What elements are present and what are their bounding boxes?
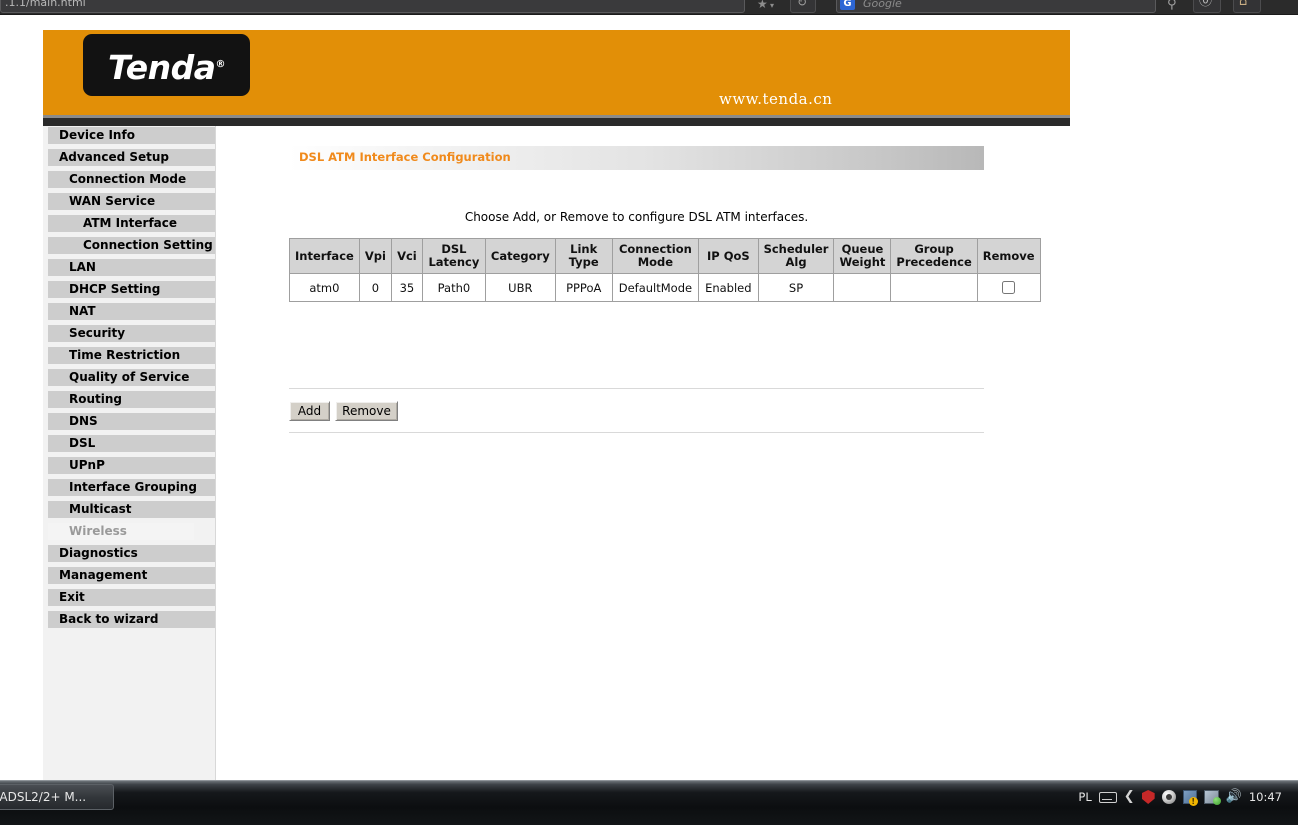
cell-link-type: PPPoA	[554, 273, 613, 302]
search-engine-icon[interactable]: G	[840, 0, 855, 10]
page-viewport: Tenda® www.tenda.cn Device Info Advanced…	[0, 15, 1298, 780]
page-title: DSL ATM Interface Configuration	[299, 150, 511, 164]
sidebar-item-advanced-setup[interactable]: Advanced Setup	[48, 148, 215, 167]
bookmark-star-icon[interactable]: ★	[757, 0, 768, 10]
cell-vci: 35	[390, 273, 423, 302]
sidebar-item-time-restriction[interactable]: Time Restriction	[48, 346, 215, 365]
sidebar-item-device-info[interactable]: Device Info	[48, 126, 215, 145]
url-bar[interactable]: .1.1/main.html	[0, 0, 745, 13]
main-content: DSL ATM Interface Configuration Choose A…	[216, 126, 1298, 780]
sidebar-item-interface-grouping[interactable]: Interface Grouping	[48, 478, 215, 497]
add-button[interactable]: Add	[289, 401, 330, 421]
column-header-link-type: Link Type	[554, 238, 613, 274]
cell-group-precedence	[890, 273, 978, 302]
sidebar-nav: Device Info Advanced Setup Connection Mo…	[43, 126, 216, 780]
chevron-down-icon[interactable]: ▾	[770, 0, 774, 11]
intro-text: Choose Add, or Remove to configure DSL A…	[464, 210, 809, 224]
tenda-logo: Tenda®	[83, 34, 250, 96]
table-header-row: Interface Vpi Vci DSL Latency Category L…	[289, 238, 1041, 274]
logo-text: Tenda®	[83, 34, 250, 96]
taskbar: nda ADSL2/2+ M... PL ❮ 🔊 10:47	[0, 780, 1298, 825]
keyboard-icon[interactable]	[1098, 791, 1117, 803]
home-button[interactable]: ⌂	[1233, 0, 1261, 13]
table-row: atm0 0 35 Path0 UBR PPPoA DefaultMode En…	[289, 273, 1041, 302]
chevron-left-icon[interactable]: ❮	[1124, 785, 1135, 809]
update-warning-icon[interactable]	[1182, 790, 1198, 806]
column-header-scheduler-alg: Scheduler Alg	[757, 238, 835, 274]
sidebar-item-multicast[interactable]: Multicast	[48, 500, 215, 519]
column-header-connection-mode: Connection Mode	[611, 238, 700, 274]
remove-checkbox[interactable]	[1002, 281, 1016, 294]
column-header-group-precedence: Group Precedence	[890, 238, 978, 274]
network-icon[interactable]	[1203, 790, 1221, 805]
sidebar-item-nat[interactable]: NAT	[48, 302, 215, 321]
clock[interactable]: 10:47	[1249, 785, 1282, 809]
url-text: .1.1/main.html	[5, 0, 86, 9]
sidebar-item-wireless: Wireless	[48, 522, 194, 541]
search-icon[interactable]: ⚲	[1167, 0, 1177, 12]
sidebar-item-upnp[interactable]: UPnP	[48, 456, 215, 475]
cell-dsl-latency: Path0	[421, 273, 486, 302]
downloads-button[interactable]: ⓪	[1193, 0, 1221, 13]
sidebar-item-lan[interactable]: LAN	[48, 258, 215, 277]
search-placeholder: Google	[863, 0, 902, 10]
panel-title-bar: DSL ATM Interface Configuration	[289, 146, 984, 170]
column-header-remove: Remove	[976, 238, 1041, 274]
security-shield-icon[interactable]	[1141, 790, 1155, 804]
sidebar-item-connection-mode[interactable]: Connection Mode	[48, 170, 215, 189]
cell-vpi: 0	[358, 273, 392, 302]
atm-interface-table: Interface Vpi Vci DSL Latency Category L…	[289, 238, 1041, 302]
download-icon: ⓪	[1199, 0, 1213, 9]
site-header: Tenda® www.tenda.cn	[43, 30, 1070, 115]
reload-button[interactable]: ↻	[790, 0, 816, 13]
sidebar-item-atm-interface[interactable]: ATM Interface	[48, 214, 215, 233]
cell-remove	[976, 273, 1041, 302]
logo-wordmark: Tenda	[107, 48, 216, 87]
sidebar-item-dsl[interactable]: DSL	[48, 434, 215, 453]
remove-button[interactable]: Remove	[335, 401, 398, 421]
sidebar-item-dhcp-setting[interactable]: DHCP Setting	[48, 280, 215, 299]
registered-trademark-icon: ®	[215, 59, 226, 70]
home-icon: ⌂	[1239, 0, 1248, 9]
site-url: www.tenda.cn	[719, 90, 833, 108]
sidebar-item-back-to-wizard[interactable]: Back to wizard	[48, 610, 215, 629]
column-header-vpi: Vpi	[358, 238, 392, 274]
column-header-vci: Vci	[390, 238, 423, 274]
sidebar-item-management[interactable]: Management	[48, 566, 215, 585]
divider-bottom	[289, 432, 984, 433]
media-player-icon[interactable]	[1161, 790, 1176, 804]
search-input[interactable]: G Google	[836, 0, 1156, 13]
column-header-ip-qos: IP QoS	[698, 238, 759, 274]
column-header-dsl-latency: DSL Latency	[421, 238, 486, 274]
sidebar-item-wan-service[interactable]: WAN Service	[48, 192, 215, 211]
sidebar-item-dns[interactable]: DNS	[48, 412, 215, 431]
cell-connection-mode: DefaultMode	[611, 273, 700, 302]
sidebar-item-diagnostics[interactable]: Diagnostics	[48, 544, 215, 563]
cell-interface: atm0	[289, 273, 360, 302]
header-black-bar	[43, 118, 1070, 126]
browser-toolbar: .1.1/main.html ★ ▾ ↻ G Google ⚲ ⓪ ⌂	[0, 0, 1298, 15]
sidebar-item-routing[interactable]: Routing	[48, 390, 215, 409]
volume-icon[interactable]: 🔊	[1226, 785, 1242, 809]
column-header-category: Category	[484, 238, 556, 274]
sidebar-item-exit[interactable]: Exit	[48, 588, 215, 607]
cell-category: UBR	[484, 273, 556, 302]
cell-queue-weight	[833, 273, 892, 302]
reload-icon: ↻	[797, 0, 808, 9]
column-header-queue-weight: Queue Weight	[833, 238, 892, 274]
tray-language-indicator[interactable]: PL	[1078, 785, 1091, 809]
system-tray: PL ❮ 🔊 10:47	[1078, 785, 1282, 809]
taskbar-window-button[interactable]: nda ADSL2/2+ M...	[0, 784, 114, 810]
column-header-interface: Interface	[289, 238, 360, 274]
sidebar-item-connection-setting[interactable]: Connection Setting	[48, 236, 215, 255]
sidebar-item-security[interactable]: Security	[48, 324, 215, 343]
divider-top	[289, 388, 984, 389]
cell-ip-qos: Enabled	[698, 273, 759, 302]
cell-scheduler-alg: SP	[757, 273, 835, 302]
sidebar-item-quality-of-service[interactable]: Quality of Service	[48, 368, 215, 387]
